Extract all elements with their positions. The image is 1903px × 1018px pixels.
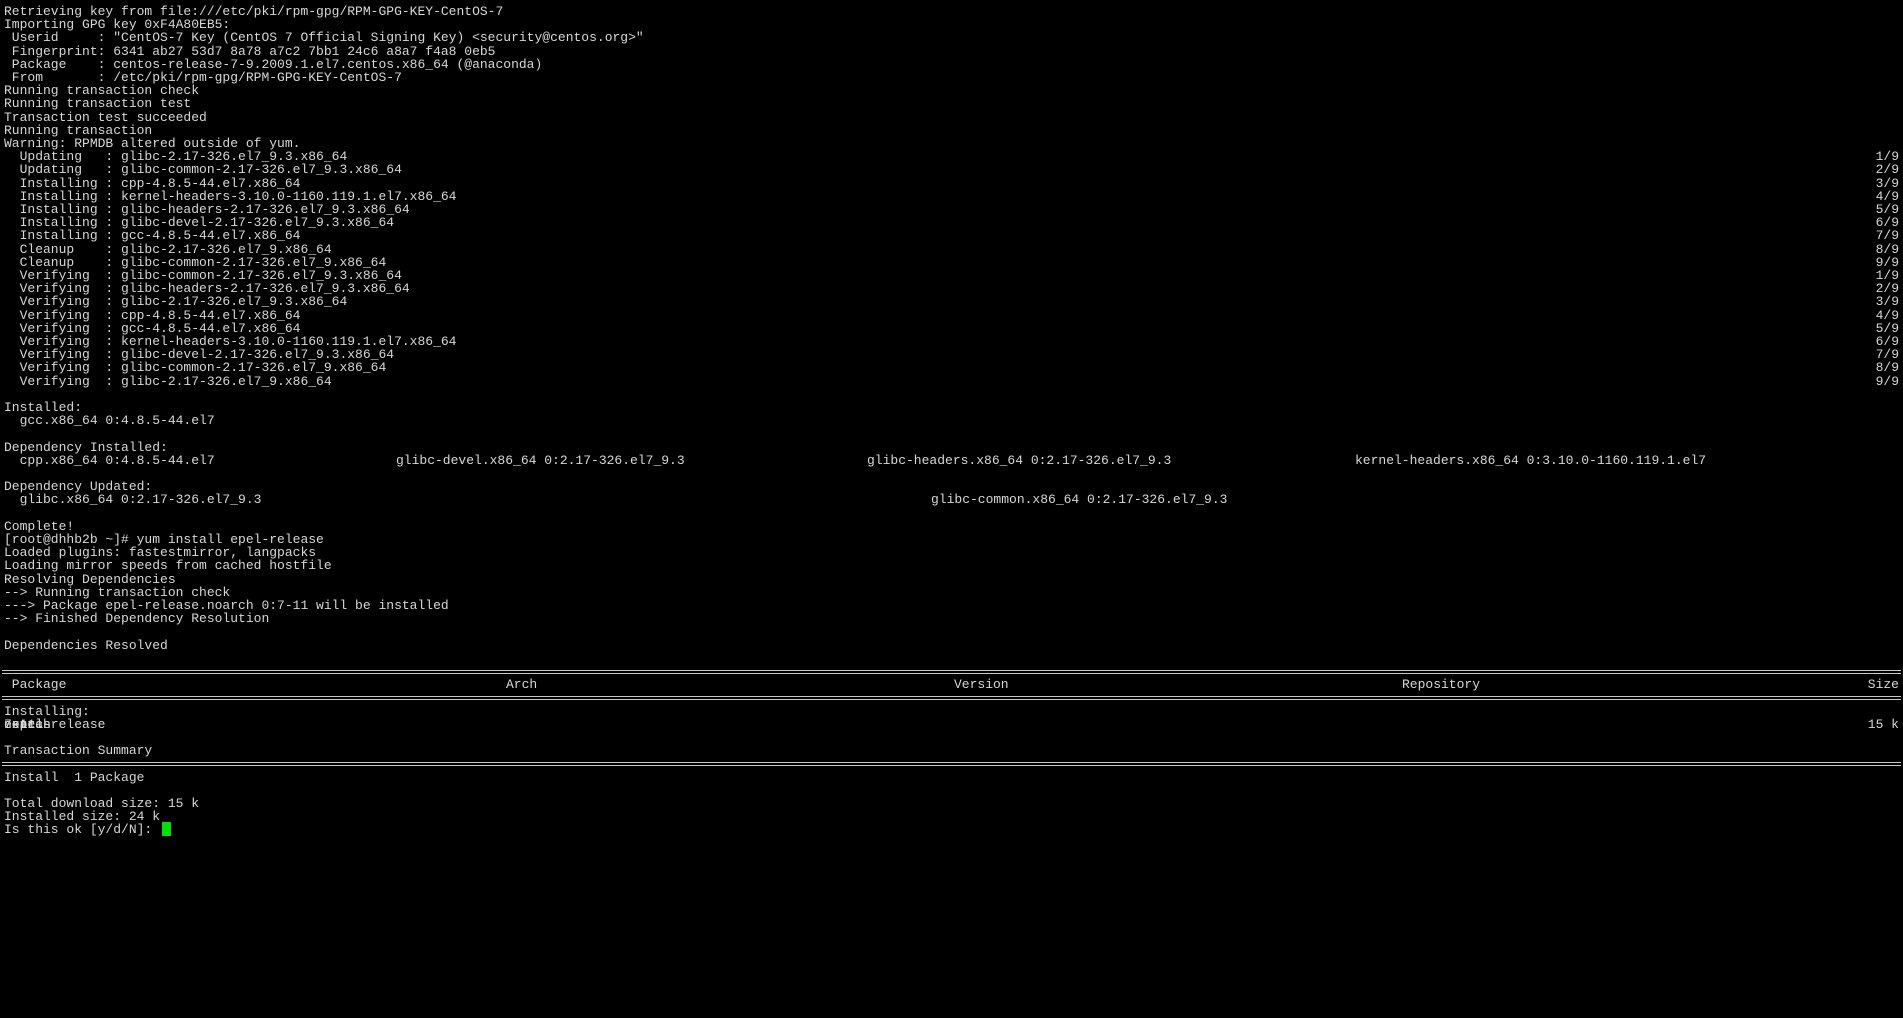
- terminal-window[interactable]: Retrieving key from file:///etc/pki/rpm-…: [0, 0, 1903, 1018]
- cursor-block[interactable]: [162, 822, 172, 837]
- terminal-line: Is this ok [y/d/N]:: [4, 822, 1899, 838]
- terminal-text: Is this ok [y/d/N]:: [4, 822, 172, 838]
